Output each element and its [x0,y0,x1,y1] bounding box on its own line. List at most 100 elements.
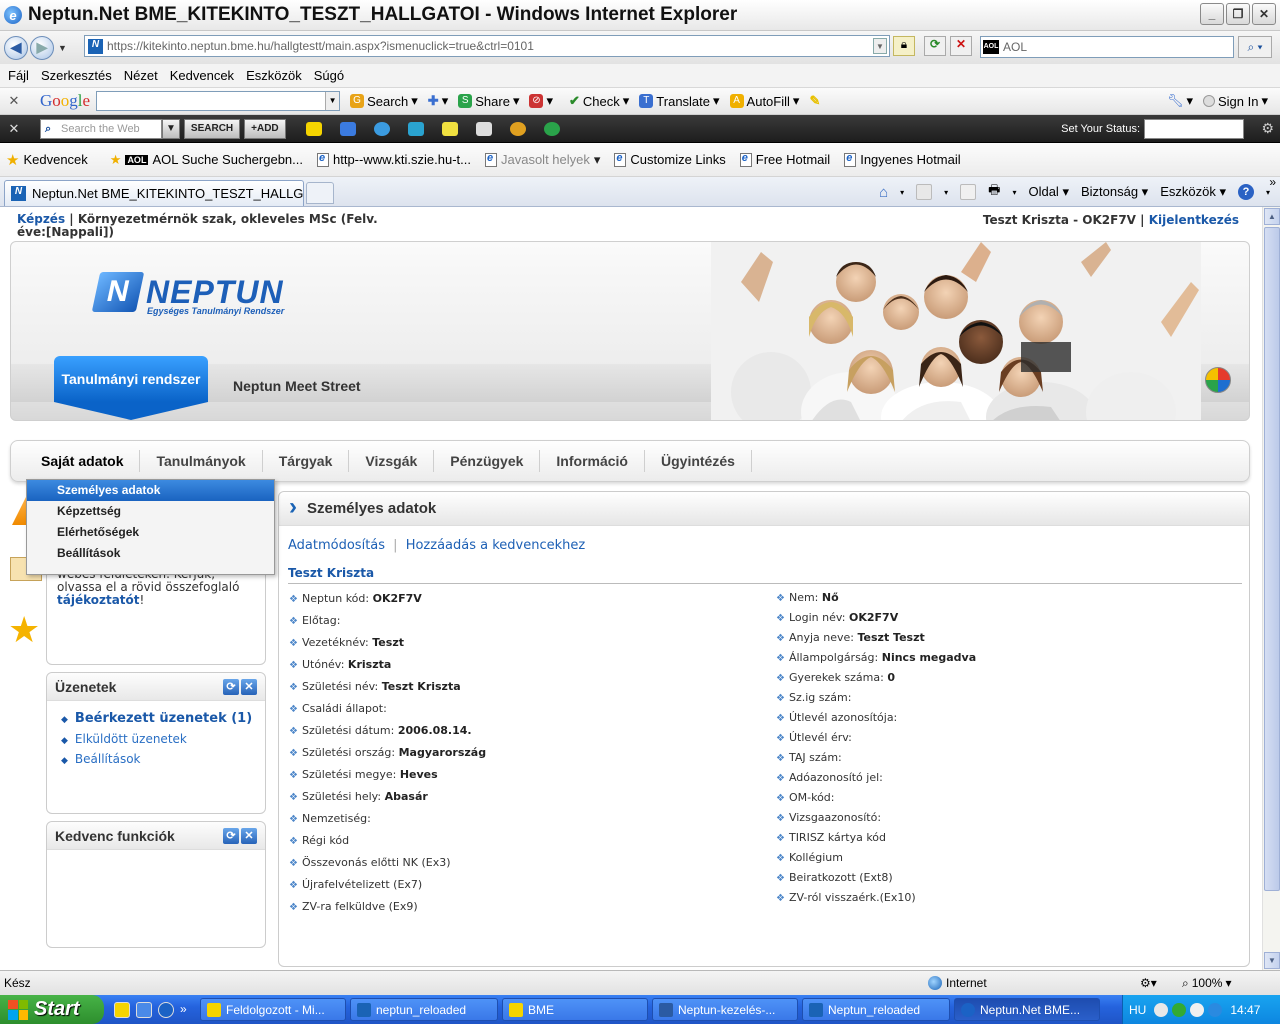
google-search-input[interactable]: ▼ [96,91,341,111]
address-url[interactable]: https://kitekinto.neptun.bme.hu/hallgtes… [107,39,534,53]
color-ball-icon[interactable] [1205,367,1231,393]
back-button[interactable]: ◀ [4,35,28,60]
aol-toolbar-search-input[interactable]: Search the Web [40,118,162,139]
meet-street-link[interactable]: Neptun Meet Street [233,378,361,394]
highlight-button[interactable]: ✎ [809,93,820,109]
read-mail-icon[interactable] [960,184,977,200]
menu-view[interactable]: Nézet [124,68,158,83]
chat-icon[interactable] [373,121,390,136]
search-go-button[interactable]: ⌕ ▾ [1238,36,1272,58]
signin-button[interactable]: Sign In ▾ [1202,93,1268,109]
address-dropdown-icon[interactable]: ▼ [873,38,887,54]
nav-subjects[interactable]: Tárgyak [263,450,350,472]
tray-icon-1[interactable] [1154,1002,1169,1017]
autofill-button[interactable]: A AutoFill ▾ [729,93,799,109]
zoom-control[interactable]: ⌕ 100% ▾ [1182,976,1231,991]
refresh-icon[interactable]: ⟳ [223,828,239,844]
scroll-thumb[interactable] [1264,227,1280,891]
status-input[interactable] [1144,118,1244,139]
refresh-green-icon[interactable] [543,121,560,136]
menu-favorites[interactable]: Kedvencek [170,68,234,83]
edit-data-link[interactable]: Adatmódosítás [288,538,385,553]
settings-gear-icon[interactable]: ⚙ [1261,120,1274,137]
task-neptun-reloaded-2[interactable]: Neptun_reloaded [802,998,950,1021]
task-bme[interactable]: BME [502,998,648,1021]
close-button[interactable]: ✕ [1252,3,1276,25]
chevron-icon[interactable]: » [1269,175,1276,189]
help-icon[interactable]: ? [1237,184,1254,200]
study-system-button[interactable]: Tanulmányi rendszer [54,356,208,420]
fav-customize-links[interactable]: Customize Links [614,152,726,167]
tab-neptun[interactable]: N Neptun.Net BME_KITEKINTO_TESZT_HALLGA.… [4,180,304,206]
notice-link[interactable]: tájékoztatót [57,593,140,607]
close-icon[interactable]: ✕ [241,679,257,695]
home-icon[interactable]: ⌂ [879,184,888,201]
close-toolbar-icon[interactable]: ✕ [4,93,24,109]
fav-kti-szie[interactable]: http--www.kti.szie.hu-t... [317,152,471,167]
check-button[interactable]: ✔ Check ▾ [569,93,629,109]
google-search-button[interactable]: G Search ▾ [350,93,418,109]
menu-help[interactable]: Súgó [314,68,344,83]
quicklaunch-desktop-icon[interactable] [114,1001,130,1018]
mail-icon[interactable] [339,121,356,136]
nav-studies[interactable]: Tanulmányok [140,450,263,472]
fav-suggested-sites[interactable]: Javasolt helyek▾ [484,152,600,168]
cup-icon[interactable] [407,121,424,136]
tray-icon-2[interactable] [1172,1002,1187,1017]
page-menu[interactable]: Oldal ▾ [1028,184,1069,200]
radio-icon[interactable] [509,121,526,136]
stop-button[interactable]: ✕ [950,36,972,56]
tray-icon-4[interactable] [1208,1002,1223,1017]
history-dropdown-icon[interactable]: ▼ [58,43,67,53]
message-settings-link[interactable]: Beállítások [75,752,265,766]
task-neptun-kezeles[interactable]: Neptun-kezelés-... [652,998,798,1021]
translate-button[interactable]: T Translate ▾ [639,93,720,109]
forward-button[interactable]: ▶ [30,35,54,60]
inbox-link[interactable]: Beérkezett üzenetek (1) [75,711,265,726]
close-icon[interactable]: ✕ [241,828,257,844]
google-dropdown-icon[interactable]: ▼ [325,92,340,110]
safety-menu[interactable]: Biztonság ▾ [1081,184,1148,200]
nav-information[interactable]: Információ [540,450,645,472]
apps-icon[interactable] [475,121,492,136]
close-aol-toolbar-icon[interactable]: ✕ [4,121,24,137]
nav-personal-data[interactable]: Saját adatok [25,450,141,472]
scroll-down-icon[interactable]: ▼ [1264,952,1280,969]
print-icon[interactable]: 🖶︎ [988,181,1000,203]
dropdown-contacts[interactable]: Elérhetőségek [27,522,274,543]
dropdown-qualification[interactable]: Képzettség [27,501,274,522]
dropdown-settings[interactable]: Beállítások [27,543,274,564]
menu-file[interactable]: Fájl [8,68,29,83]
task-neptun-reloaded[interactable]: neptun_reloaded [350,998,498,1021]
new-tab-button[interactable] [306,182,334,204]
menu-edit[interactable]: Szerkesztés [41,68,112,83]
fav-aol-suche[interactable]: ★ AOL AOL Suche Suchergebn... [110,152,303,168]
star-icon[interactable]: ★ [8,612,40,648]
start-button[interactable]: Start [0,995,104,1024]
menu-tools[interactable]: Eszközök [246,68,302,83]
share-button[interactable]: S Share ▾ [458,93,519,109]
aol-search-button[interactable]: SEARCH [183,118,241,139]
dropdown-personal-data[interactable]: Személyes adatok [27,480,274,501]
task-feldolgozott[interactable]: Feldolgozott - Mi... [200,998,346,1021]
protected-mode-icon[interactable]: ⚙▾ [1140,976,1157,990]
aol-dropdown-button[interactable]: ▼ [162,118,180,139]
popup-blocker-button[interactable]: ⊘ ▾ [529,93,553,109]
nav-administration[interactable]: Ügyintézés [645,450,752,472]
plus-button[interactable]: ✚ ▾ [428,93,448,109]
wrench-button[interactable]: 🔧︎ ▾ [1167,93,1193,109]
fav-free-hotmail[interactable]: Free Hotmail [739,152,830,167]
favorites-button[interactable]: ★ Kedvencek [6,151,88,169]
quicklaunch-ie2-icon[interactable] [158,1001,174,1018]
nav-finances[interactable]: Pénzügyek [434,450,541,472]
quicklaunch-ie-icon[interactable] [136,1001,152,1018]
aol-add-button[interactable]: +ADD [244,118,286,139]
add-to-favorites-link[interactable]: Hozzáadás a kedvencekhez [406,538,586,553]
quicklaunch-more-icon[interactable]: » [180,1002,196,1018]
maximize-button[interactable]: ❐ [1226,3,1250,25]
fav-ingyenes-hotmail[interactable]: Ingyenes Hotmail [844,152,961,167]
language-indicator[interactable]: HU [1129,1003,1146,1017]
refresh-button[interactable]: ⟳ [924,36,946,56]
vertical-scrollbar[interactable]: ▲ ▼ [1262,207,1280,970]
sent-messages-link[interactable]: Elküldött üzenetek [75,732,265,746]
